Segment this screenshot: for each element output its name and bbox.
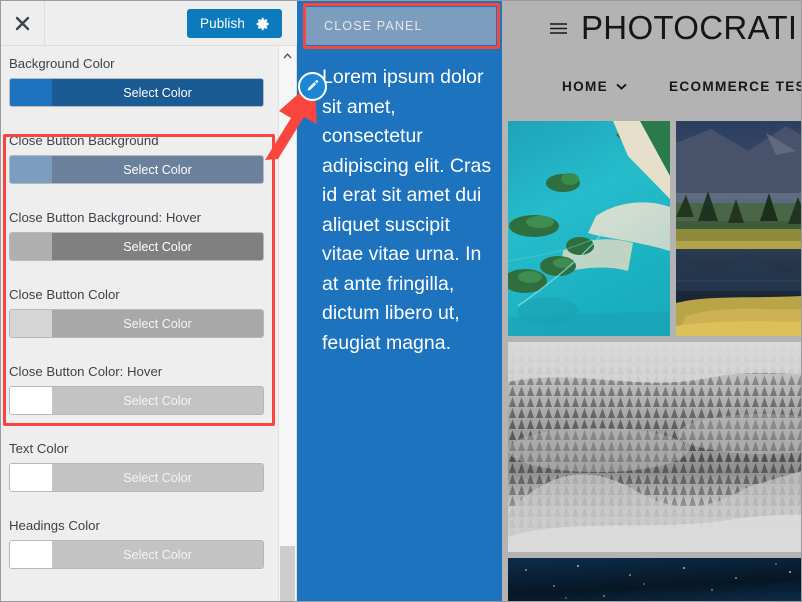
select-color-button[interactable]: Select Color (52, 541, 263, 568)
site-title: PHOTOCRATI (581, 9, 798, 46)
color-control-label: Close Button Color (9, 287, 120, 302)
close-x-icon (15, 16, 30, 31)
close-panel-button[interactable]: CLOSE PANEL (303, 7, 496, 45)
close-panel-label: CLOSE PANEL (324, 19, 423, 33)
color-picker-row[interactable]: Select Color (9, 540, 264, 569)
app-window: Publish Background Color Select Color Clos… (0, 0, 802, 602)
color-swatch[interactable] (10, 541, 52, 568)
offcanvas-body-text: Lorem ipsum dolor sit amet, consectetur … (322, 66, 492, 354)
select-color-button[interactable]: Select Color (52, 310, 263, 337)
color-control-0: Background Color Select Color (9, 56, 264, 107)
site-preview: PHOTOCRATI HOME ECOMMERCE TEST CLOSE PAN… (297, 1, 801, 601)
color-swatch[interactable] (10, 464, 52, 491)
color-picker-row[interactable]: Select Color (9, 232, 264, 261)
gallery-image-mountain-lake-autumn-reflection[interactable] (676, 121, 801, 336)
customizer-scrollbar[interactable] (278, 46, 296, 601)
customizer-header: Publish (1, 1, 297, 46)
color-control-6: Headings Color Select Color (9, 518, 264, 569)
color-control-1: Close Button Background Select Color (9, 133, 264, 184)
color-control-label: Close Button Color: Hover (9, 364, 163, 379)
customizer-controls-list: Background Color Select Color Close Button… (1, 46, 277, 601)
gallery-image-foggy-forest-mountain-bw[interactable] (508, 342, 801, 552)
scrollbar-up-arrow-button[interactable] (279, 46, 296, 63)
color-picker-row[interactable]: Select Color (9, 309, 264, 338)
color-swatch[interactable] (10, 156, 52, 183)
chevron-up-icon (283, 46, 292, 64)
color-swatch[interactable] (10, 387, 52, 414)
pencil-edit-icon[interactable] (298, 72, 327, 101)
select-color-button[interactable]: Select Color (52, 156, 263, 183)
nav-item-label: HOME (562, 79, 608, 94)
publish-label: Publish (200, 16, 245, 31)
color-control-label: Headings Color (9, 518, 100, 533)
offcanvas-panel: CLOSE PANEL Lorem ipsum dolor sit amet, … (297, 1, 502, 601)
color-control-5: Text Color Select Color (9, 441, 264, 492)
select-color-button[interactable]: Select Color (52, 79, 263, 106)
customizer-sidebar: Publish Background Color Select Color Clos… (1, 1, 297, 601)
color-control-3: Close Button Color Select Color (9, 287, 264, 338)
color-control-label: Close Button Background: Hover (9, 210, 202, 225)
gallery-image-aerial-turquoise-beach-islands[interactable] (508, 121, 670, 336)
nav-item-ecommerce-test[interactable]: ECOMMERCE TEST (669, 79, 801, 94)
chevron-down-icon[interactable] (616, 83, 627, 90)
hamburger-menu-icon[interactable] (549, 21, 568, 36)
nav-item-home[interactable]: HOME (562, 79, 627, 94)
site-navigation: HOME ECOMMERCE TEST (562, 79, 801, 94)
site-content: PHOTOCRATI HOME ECOMMERCE TEST (502, 1, 801, 601)
scrollbar-thumb[interactable] (280, 546, 295, 601)
publish-button[interactable]: Publish (187, 9, 282, 38)
select-color-button[interactable]: Select Color (52, 387, 263, 414)
nav-item-label: ECOMMERCE TEST (668, 79, 801, 94)
color-picker-row[interactable]: Select Color (9, 386, 264, 415)
color-control-label: Text Color (9, 441, 69, 456)
color-control-label: Background Color (9, 56, 115, 71)
color-picker-row[interactable]: Select Color (9, 78, 264, 107)
gallery-image-starry-night-blue-sky[interactable] (508, 558, 801, 601)
color-swatch[interactable] (10, 233, 52, 260)
color-control-label: Close Button Background (9, 133, 159, 148)
color-picker-row[interactable]: Select Color (9, 155, 264, 184)
close-customizer-button[interactable] (1, 1, 45, 45)
select-color-button[interactable]: Select Color (52, 233, 263, 260)
color-swatch[interactable] (10, 310, 52, 337)
color-swatch[interactable] (10, 79, 52, 106)
color-control-2: Close Button Background: Hover Select Col… (9, 210, 264, 261)
gear-icon[interactable] (256, 17, 270, 31)
select-color-button[interactable]: Select Color (52, 464, 263, 491)
color-picker-row[interactable]: Select Color (9, 463, 264, 492)
site-branding: PHOTOCRATI (549, 9, 797, 47)
color-control-4: Close Button Color: Hover Select Color (9, 364, 264, 415)
